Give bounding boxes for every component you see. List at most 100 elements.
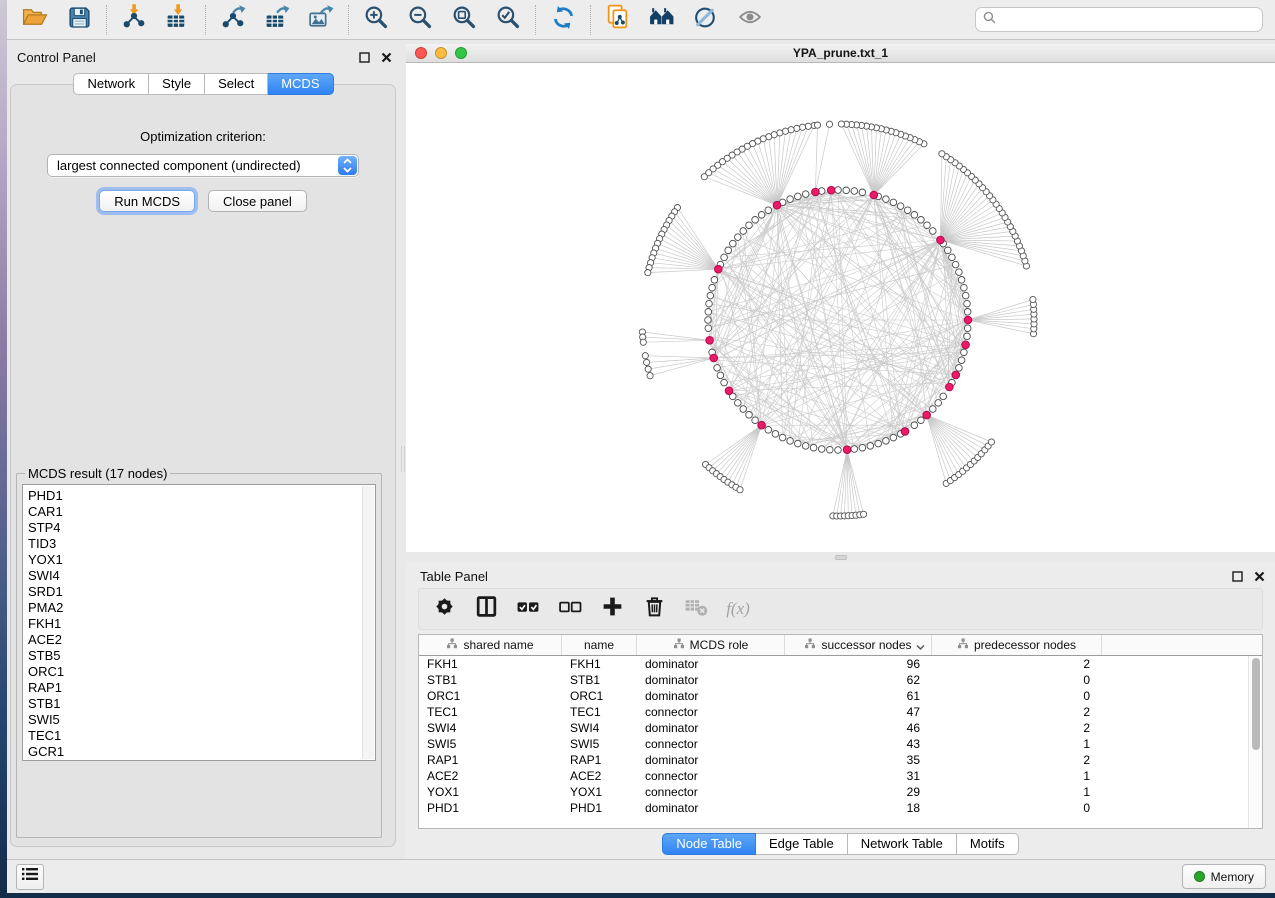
mcds-result-node[interactable]: STB5 <box>28 648 359 664</box>
float-panel-icon[interactable] <box>1232 571 1243 582</box>
table-row[interactable]: RAP1RAP1dominator352 <box>419 752 1262 768</box>
mcds-result-node[interactable]: ORC1 <box>28 664 359 680</box>
table-row[interactable]: PHD1PHD1dominator180 <box>419 800 1262 816</box>
table-row[interactable]: ACE2ACE2connector311 <box>419 768 1262 784</box>
run-mcds-button[interactable]: Run MCDS <box>99 190 195 212</box>
network-graph[interactable] <box>406 63 1275 552</box>
import-network-button[interactable] <box>118 4 150 36</box>
zoom-in-icon <box>363 4 390 36</box>
table-row[interactable]: FKH1FKH1dominator962 <box>419 656 1262 672</box>
zoom-window-button[interactable] <box>455 47 467 59</box>
control-panel-title: Control Panel <box>17 50 96 65</box>
table-cell: dominator <box>637 753 785 767</box>
mcds-result-node[interactable]: FKH1 <box>28 616 359 632</box>
table-row[interactable]: ORC1ORC1dominator610 <box>419 688 1262 704</box>
minimize-window-button[interactable] <box>435 47 447 59</box>
column-header-MCDS-role[interactable]: MCDS role <box>637 635 785 655</box>
delete-columns-button[interactable] <box>641 596 667 622</box>
mcds-result-node[interactable]: SRD1 <box>28 584 359 600</box>
table-row[interactable]: TEC1TEC1connector472 <box>419 704 1262 720</box>
mcds-result-node[interactable]: PHD1 <box>28 488 359 504</box>
style-tool-button[interactable] <box>690 4 722 36</box>
list-scrollbar[interactable] <box>362 486 374 759</box>
table-row[interactable]: YOX1YOX1connector291 <box>419 784 1262 800</box>
open-file-button[interactable] <box>19 4 51 36</box>
refresh-button[interactable] <box>547 4 579 36</box>
close-panel-icon[interactable] <box>1254 571 1265 582</box>
mcds-result-node[interactable]: GCR1 <box>28 744 359 760</box>
function-builder-icon: f(x) <box>726 599 750 619</box>
table-row[interactable]: SWI4SWI4dominator462 <box>419 720 1262 736</box>
column-header-shared-name[interactable]: shared name <box>419 635 562 655</box>
mcds-result-node[interactable]: YOX1 <box>28 552 359 568</box>
houses-icon <box>648 3 676 36</box>
mcds-result-node[interactable]: STP4 <box>28 520 359 536</box>
show-columns-button[interactable] <box>473 596 499 622</box>
tab-style[interactable]: Style <box>149 73 205 95</box>
mcds-result-node[interactable]: SWI4 <box>28 568 359 584</box>
column-label: successor nodes <box>821 638 911 652</box>
zoom-in-button[interactable] <box>360 4 392 36</box>
table-cell: dominator <box>637 689 785 703</box>
column-header-name[interactable]: name <box>562 635 637 655</box>
export-image-button[interactable] <box>305 4 337 36</box>
tab-mcds[interactable]: MCDS <box>268 73 333 95</box>
float-panel-icon[interactable] <box>359 52 370 63</box>
new-network-from-selection-button[interactable] <box>602 4 634 36</box>
table-options-button[interactable] <box>431 596 457 622</box>
mcds-result-node[interactable]: RAP1 <box>28 680 359 696</box>
column-header-successor-nodes[interactable]: successor nodes <box>785 635 932 655</box>
table-tab-motifs[interactable]: Motifs <box>957 833 1019 855</box>
export-network-button[interactable] <box>217 4 249 36</box>
table-cell: SWI4 <box>419 721 562 735</box>
network-window-titlebar: YPA_prune.txt_1 <box>406 44 1275 63</box>
mcds-result-node[interactable]: STB1 <box>28 696 359 712</box>
zoom-out-button[interactable] <box>404 4 436 36</box>
import-table-button[interactable] <box>162 4 194 36</box>
scrollbar-thumb[interactable] <box>1252 658 1260 750</box>
tab-network[interactable]: Network <box>73 73 149 95</box>
search-box[interactable] <box>975 7 1263 32</box>
table-tab-network-table[interactable]: Network Table <box>848 833 957 855</box>
table-cell: 29 <box>785 785 932 799</box>
add-column-button[interactable] <box>599 596 625 622</box>
table-row[interactable]: STB1STB1dominator620 <box>419 672 1262 688</box>
search-input[interactable] <box>1000 13 1255 27</box>
zoom-selected-button[interactable] <box>492 4 524 36</box>
close-panel-icon[interactable] <box>381 52 392 63</box>
task-history-button[interactable] <box>16 864 44 890</box>
save-session-button[interactable] <box>63 4 95 36</box>
column-label: shared name <box>463 638 533 652</box>
table-scrollbar[interactable] <box>1248 656 1262 828</box>
mcds-result-node[interactable]: CAR1 <box>28 504 359 520</box>
mcds-result-node[interactable]: SWI5 <box>28 712 359 728</box>
table-cell: 2 <box>932 753 1102 767</box>
unselect-all-button[interactable] <box>557 596 583 622</box>
select-all-button[interactable] <box>515 596 541 622</box>
table-tab-edge-table[interactable]: Edge Table <box>756 833 848 855</box>
column-header-predecessor-nodes[interactable]: predecessor nodes <box>932 635 1102 655</box>
mcds-result-node[interactable]: ACE2 <box>28 632 359 648</box>
memory-button[interactable]: Memory <box>1182 864 1266 889</box>
table-cell: 62 <box>785 673 932 687</box>
tab-select[interactable]: Select <box>205 73 268 95</box>
mcds-result-node[interactable]: TID3 <box>28 536 359 552</box>
table-tab-node-table[interactable]: Node Table <box>662 833 756 855</box>
first-neighbors-button[interactable] <box>646 4 678 36</box>
close-window-button[interactable] <box>415 47 427 59</box>
network-canvas[interactable] <box>406 63 1275 552</box>
table-cell: RAP1 <box>562 753 637 767</box>
attribute-type-icon <box>446 638 458 652</box>
zoom-fit-button[interactable] <box>448 4 480 36</box>
mcds-result-node[interactable]: TEC1 <box>28 728 359 744</box>
toolbar-group <box>107 4 205 36</box>
table-row[interactable]: SWI5SWI5connector431 <box>419 736 1262 752</box>
horizontal-splitter[interactable] <box>406 552 1275 562</box>
mcds-result-node[interactable]: PMA2 <box>28 600 359 616</box>
close-panel-button[interactable]: Close panel <box>208 190 307 212</box>
export-table-button[interactable] <box>261 4 293 36</box>
import-table-icon <box>164 3 192 36</box>
table-cell: 61 <box>785 689 932 703</box>
table-panel-title: Table Panel <box>420 569 488 584</box>
criterion-select[interactable]: largest connected component (undirected) <box>47 154 359 177</box>
